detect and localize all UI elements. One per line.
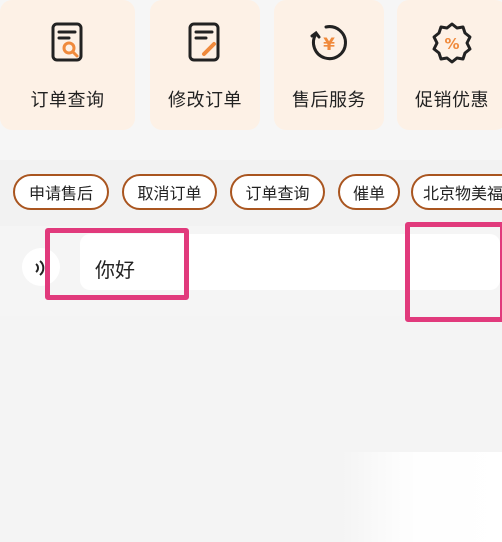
chip-order-query[interactable]: 订单查询 [230,174,325,210]
quick-action-label: 修改订单 [168,90,242,111]
quick-action-label: 售后服务 [292,90,366,111]
send-button[interactable] [340,452,502,542]
quick-action-label: 促销优惠 [415,90,489,111]
quick-action-order-query[interactable]: 订单查询 [0,0,135,130]
after-sales-yen-icon: ¥ [306,20,352,66]
highlight-box-input [45,228,189,300]
chip-cancel-order[interactable]: 取消订单 [122,174,217,210]
quick-actions-panel: 订单查询 修改订单 ¥ 售后服务 % 促销优惠 [0,0,502,160]
highlight-box-send [405,222,502,322]
chip-store[interactable]: 北京物美福 [411,174,502,210]
promotion-percent-icon: % [429,20,475,66]
chip-apply-after-sales[interactable]: 申请售后 [13,174,109,210]
quick-action-promotion[interactable]: % 促销优惠 [397,0,502,130]
edit-order-icon [182,20,228,66]
quick-action-after-sales[interactable]: ¥ 售后服务 [274,0,384,130]
quick-reply-chips: 申请售后 取消订单 订单查询 催单 北京物美福 [0,160,502,226]
quick-action-edit-order[interactable]: 修改订单 [150,0,260,130]
svg-text:%: % [444,35,459,53]
chip-urge-order[interactable]: 催单 [338,174,400,210]
svg-text:¥: ¥ [323,35,335,55]
quick-action-label: 订单查询 [30,90,105,111]
order-search-icon [45,20,91,66]
